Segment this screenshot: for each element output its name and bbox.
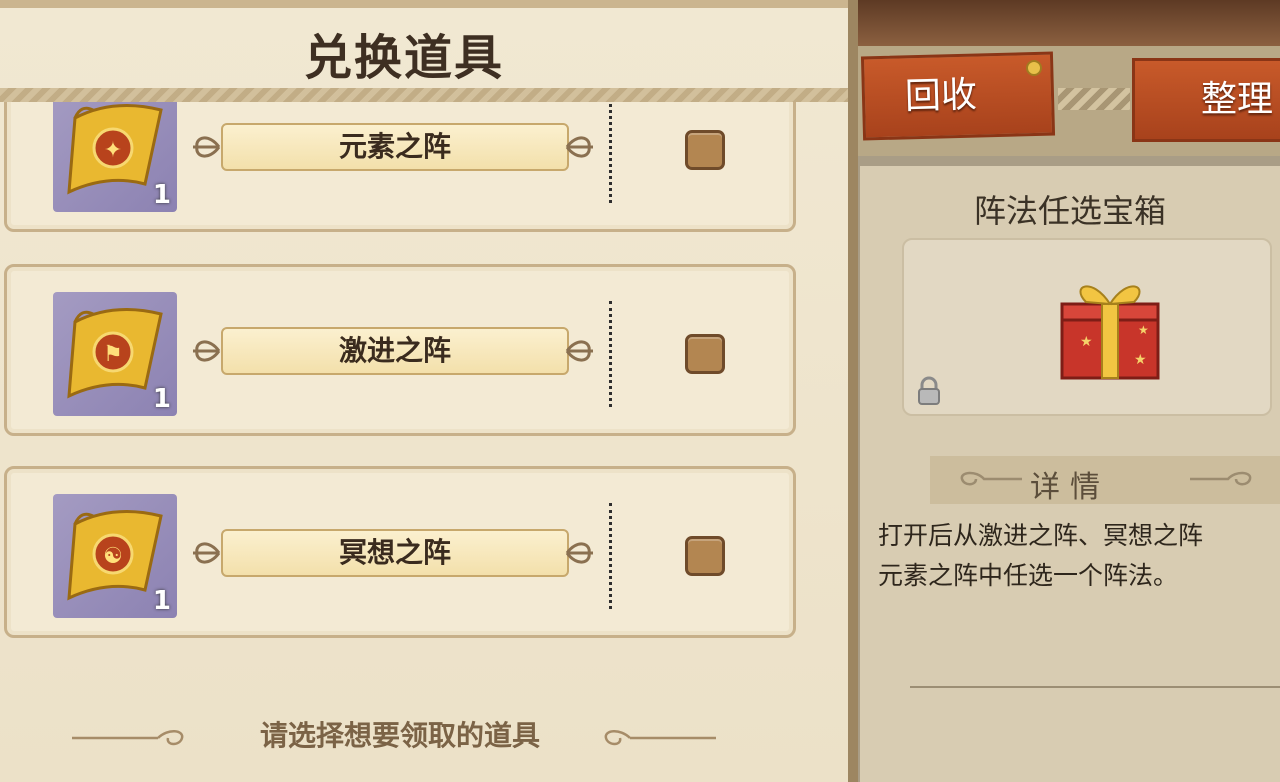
item-detail-area: 阵法任选宝箱 ★ ★ ★ 详情 打开后从激进之阵、冥想之阵 元素之阵中任选一个阵… xyxy=(860,166,1280,782)
svg-text:★: ★ xyxy=(1080,334,1093,350)
item-card-meditation[interactable]: ☯ 1 冥想之阵 xyxy=(4,466,796,638)
item-description: 打开后从激进之阵、冥想之阵 元素之阵中任选一个阵法。 xyxy=(878,516,1280,596)
flourish-icon xyxy=(565,136,593,158)
card-divider xyxy=(609,301,612,407)
svg-text:★: ★ xyxy=(1134,352,1147,368)
svg-text:✦: ✦ xyxy=(104,138,122,163)
card-divider xyxy=(609,102,612,203)
pin-icon xyxy=(1026,60,1042,76)
svg-text:☯: ☯ xyxy=(103,544,123,569)
exchange-panel: 兑换道具 ✦ 1 元素之阵 ⚑ 1 激进之阵 ☯ 1 冥想之阵 请选择想要领取的… xyxy=(0,0,858,782)
item-preview[interactable]: ★ ★ ★ xyxy=(902,238,1272,416)
item-count: 1 xyxy=(152,180,171,210)
item-name: 激进之阵 xyxy=(221,327,569,375)
item-detail-title: 阵法任选宝箱 xyxy=(973,192,1166,230)
item-count: 1 xyxy=(152,384,171,414)
select-checkbox[interactable] xyxy=(685,334,725,374)
item-list[interactable]: ✦ 1 元素之阵 ⚑ 1 激进之阵 ☯ 1 冥想之阵 xyxy=(0,102,848,652)
select-checkbox[interactable] xyxy=(685,130,725,170)
detail-divider xyxy=(910,686,1280,688)
sort-tab[interactable]: 整理 xyxy=(1132,58,1280,142)
flourish-icon xyxy=(193,542,221,564)
details-flourish-icon xyxy=(1190,471,1252,486)
scroll-aggressive-icon: ⚑ 1 xyxy=(53,292,177,416)
select-checkbox[interactable] xyxy=(685,536,725,576)
item-name: 冥想之阵 xyxy=(221,529,569,577)
inventory-panel: 回收 整理 阵法任选宝箱 ★ ★ ★ 详情 打开后从激进之阵、冥想之阵 元素之阵… xyxy=(858,0,1280,782)
panel-top-wood xyxy=(858,0,1280,46)
flourish-icon xyxy=(193,136,221,158)
gift-box-icon: ★ ★ ★ xyxy=(1060,285,1160,380)
item-card-element[interactable]: ✦ 1 元素之阵 xyxy=(4,102,796,232)
item-name: 元素之阵 xyxy=(221,123,569,171)
flourish-icon xyxy=(565,340,593,362)
scroll-element-icon: ✦ 1 xyxy=(53,102,177,212)
svg-text:⚑: ⚑ xyxy=(103,342,123,367)
item-card-aggressive[interactable]: ⚑ 1 激进之阵 xyxy=(4,264,796,436)
panel-top-trim xyxy=(0,0,848,8)
lock-icon xyxy=(918,376,940,405)
card-divider xyxy=(609,503,612,609)
hint-flourish-icon xyxy=(604,730,716,746)
flourish-icon xyxy=(565,542,593,564)
item-count: 1 xyxy=(152,586,171,616)
scroll-meditation-icon: ☯ 1 xyxy=(53,494,177,618)
tab-separator xyxy=(1058,88,1130,110)
description-line: 元素之阵中任选一个阵法。 xyxy=(878,561,1179,590)
title-divider xyxy=(0,88,848,102)
description-line: 打开后从激进之阵、冥想之阵 xyxy=(878,521,1204,550)
flourish-icon xyxy=(193,340,221,362)
dialog-title: 兑换道具 xyxy=(303,30,504,86)
svg-text:★: ★ xyxy=(1138,323,1149,337)
